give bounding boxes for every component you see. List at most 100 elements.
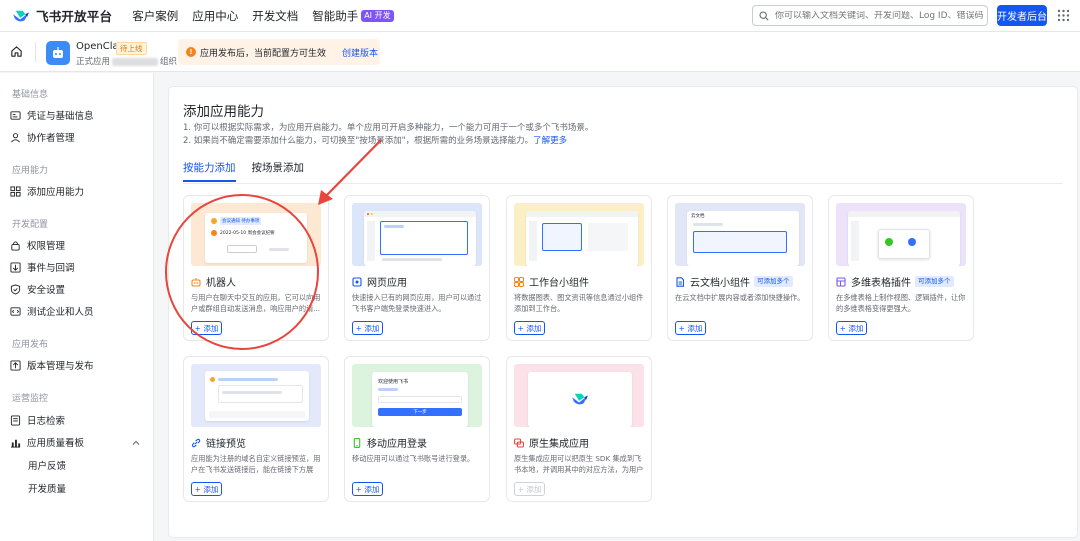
window-sidebar [529,221,537,261]
sidebar-item-label: 事件与回调 [27,263,75,274]
shield-icon [10,283,21,295]
card-description: 移动应用可以通过飞书账号进行登录。 [352,454,475,463]
card-title: 原生集成应用 [514,435,589,450]
add-workplace-widget-button[interactable]: + 添加 [514,321,545,335]
window-dot [367,213,369,215]
brand[interactable]: 飞书开放平台 [12,6,112,25]
card-description: 快速接入已有的网页应用，用户可以通过飞书客户端免登录快速进入。 [352,293,482,313]
chevron-up-icon[interactable] [132,439,140,447]
capability-card-web-app[interactable]: 网页应用 快速接入已有的网页应用，用户可以通过飞书客户端免登录快速进入。 + 添… [344,195,490,341]
sidebar-item-add-capability[interactable]: 添加应用能力 [10,184,84,198]
bar-chart-icon [10,439,21,448]
doc-window-preview: 云文档 [687,211,799,266]
capability-card-link-preview[interactable]: 链接预览 应用能为注册的域名自定义链接预览，用户在飞书发送链接后，能在链接下方展… [183,356,329,502]
user-icon [11,132,20,142]
sidebar-item-label: 协作者管理 [27,133,75,144]
capability-icon [10,185,21,197]
window-titlebar [526,211,638,217]
nav-ai-assistant[interactable]: 智能助手 AI 开发 [312,8,394,24]
apps-grid-icon[interactable] [1057,9,1070,22]
upload-icon [10,359,21,371]
nav-dev-docs[interactable]: 开发文档 [252,8,298,24]
sidebar-item-security[interactable]: 安全设置 [10,282,65,296]
home-icon[interactable] [10,45,23,58]
card-title: 网页应用 [352,274,407,289]
card-description: 在云文档中扩展内容或者添加快捷操作。 [675,293,805,302]
credential-icon [10,110,21,120]
widget-window-preview [526,211,638,266]
card-title-text: 工作台小组件 [529,278,589,289]
sidebar-item-versions[interactable]: 版本管理与发布 [10,358,94,372]
base-plugin-preview-image [836,203,966,266]
sidebar-item-label: 凭证与基础信息 [27,111,94,122]
bot-chip: 会议通知 待办事项 [220,217,262,225]
sidebar-item-collaborators[interactable]: 协作者管理 [10,130,75,144]
add-doc-widget-button[interactable]: + 添加 [675,321,706,335]
sidebar-item-credentials[interactable]: 凭证与基础信息 [10,108,94,122]
integration-icon [514,437,524,448]
add-bot-button[interactable]: + 添加 [191,321,222,335]
capability-card-bot[interactable]: 会议通知 待办事项 2022-05-10 周会会议纪要 机器人 与用户在聊天中交… [183,195,329,341]
capability-card-doc-widget[interactable]: 云文档 云文档小组件 可添加多个 在云文档中扩展内容或者添加快捷操作。 + 添加 [667,195,813,341]
web-app-preview-image [352,203,482,266]
sidebar-subitem-dev-quality[interactable]: 开发质量 [28,481,66,495]
card-title: 多维表格插件 可添加多个 [836,274,954,289]
tab-by-capability[interactable]: 按能力添加 [183,160,236,182]
placeholder-line [384,225,404,228]
sidebar-item-events[interactable]: 事件与回调 [10,260,75,274]
add-web-app-button[interactable]: + 添加 [352,321,383,335]
search-box[interactable] [752,5,988,26]
sidebar-section-monitoring: 运营监控 [12,394,49,404]
sidebar: 基础信息 凭证与基础信息 协作者管理 应用能力 添加应用能力 开发配置 权限管理… [0,73,154,541]
capability-card-base-plugin[interactable]: 多维表格插件 可添加多个 在多维表格上制作视图、逻辑插件，让你的多维表格变得更强… [828,195,974,341]
sidebar-section-dev-config: 开发配置 [12,220,49,230]
link-icon [191,438,201,447]
doc-icon [676,276,685,287]
sidebar-item-test-tenants[interactable]: 测试企业和人员 [10,304,94,318]
app-avatar [46,41,70,65]
robot-avatar-icon [53,47,63,58]
sidebar-item-label: 安全设置 [27,285,66,296]
nav-app-center[interactable]: 应用中心 [192,8,238,24]
search-icon [759,10,769,21]
sidebar-subitem-feedback[interactable]: 用户反馈 [28,458,66,472]
lock-icon [11,240,20,251]
add-base-plugin-button[interactable]: + 添加 [836,321,867,335]
tab-by-scenario[interactable]: 按场景添加 [252,160,305,182]
capability-card-mobile-login[interactable]: 欢迎使用飞书 下一步 移动应用登录 移动应用可以通过飞书账号进行登录。 + 添加 [344,356,490,502]
native-window-preview [528,372,632,427]
sidebar-item-quality-board[interactable]: 应用质量看板 [10,435,84,449]
chat-input-preview [209,411,305,418]
add-native-integration-button[interactable]: + 添加 [514,482,545,496]
plugin-dot-green [885,238,893,246]
redacted-org-name [112,57,159,66]
card-title: 机器人 [191,274,236,289]
create-version-link[interactable]: 创建版本 [342,46,378,59]
developer-console-button[interactable]: 开发者后台 [997,5,1047,26]
learn-more-link[interactable]: 了解更多 [533,136,567,146]
sidebar-item-label: 添加应用能力 [27,187,85,198]
nav-ai-assistant-label: 智能助手 [312,8,359,23]
search-input[interactable] [775,10,985,21]
add-link-preview-button[interactable]: + 添加 [191,482,222,496]
sidebar-item-permissions[interactable]: 权限管理 [10,238,65,252]
nav-customer-cases[interactable]: 客户案例 [132,8,178,24]
capability-card-workplace-widget[interactable]: 工作台小组件 将数据图表、图文资讯等信息通过小组件添加到工作台。 + 添加 [506,195,652,341]
brand-name: 飞书开放平台 [36,9,113,24]
capability-card-native-integration[interactable]: 原生集成应用 原生集成应用可以把原生 SDK 集成到飞书本地，并调用其中的对应方… [506,356,652,502]
sidebar-item-label: 应用质量看板 [27,438,85,449]
widget-highlight [542,223,582,251]
add-mobile-login-button[interactable]: + 添加 [352,482,383,496]
description-line-2-text: 2. 如果尚不确定需要添加什么能力，可切换至"按场景添加"，根据所需的业务场景选… [183,136,534,146]
login-next-button: 下一步 [378,408,462,416]
window-dot [371,213,373,215]
window-sidebar [367,221,375,261]
top-nav: 客户案例 应用中心 开发文档 智能助手 AI 开发 [132,8,407,24]
sidebar-item-log-search[interactable]: 日志检索 [10,413,65,427]
page-title: 添加应用能力 [183,104,264,120]
doc-widget-preview-image: 云文档 [675,203,805,266]
tab-bar: 按能力添加 按场景添加 [183,160,320,182]
placeholder-line [382,258,442,261]
feishu-logo [572,393,588,405]
card-title-text: 网页应用 [367,278,407,289]
